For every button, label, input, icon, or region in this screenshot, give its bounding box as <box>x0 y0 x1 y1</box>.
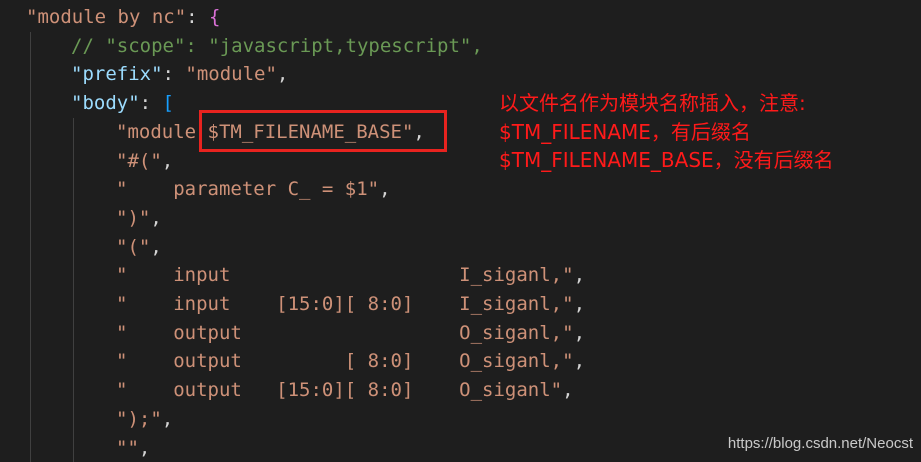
indent-guide-level-2 <box>73 118 74 462</box>
code-token: , <box>562 379 574 402</box>
code-token: , <box>138 436 151 459</box>
code-token: " output [15:0][ 8:0] O_siganl" <box>116 379 563 402</box>
code-token: : <box>162 63 186 86</box>
code-token: [ <box>162 92 174 115</box>
indent-guide-level-1 <box>30 32 31 462</box>
code-token: , <box>379 178 391 201</box>
code-token: " parameter C_ = $1" <box>116 178 380 201</box>
code-token: , <box>573 350 586 373</box>
code-token: "#(" <box>116 149 162 172</box>
code-line[interactable]: // "scope": "javascript,typescript", <box>71 32 483 61</box>
annotation-line-1: 以文件名作为模块名称插入，注意: <box>499 91 806 115</box>
code-token: : <box>186 6 210 28</box>
code-line[interactable]: "prefix": "module", <box>71 60 288 89</box>
code-token: " input [15:0][ 8:0] I_siganl," <box>116 293 574 315</box>
code-token: , <box>161 149 174 172</box>
code-line[interactable]: " input [15:0][ 8:0] I_siganl,", <box>116 290 585 319</box>
code-line[interactable]: "(", <box>116 233 162 262</box>
code-token: , <box>161 407 174 430</box>
code-line[interactable]: ")", <box>116 204 162 233</box>
code-line[interactable]: " output O_siganl,", <box>116 319 585 348</box>
code-token: "" <box>116 436 139 459</box>
code-token: "body" <box>71 92 140 115</box>
annotation-note: 以文件名作为模块名称插入，注意: $TM_FILENAME，有后缀名 $TM_F… <box>499 89 919 175</box>
code-line[interactable]: " output [15:0][ 8:0] O_siganl", <box>116 376 574 405</box>
code-token: " input I_siganl," <box>116 264 574 287</box>
code-token: ");" <box>116 407 162 430</box>
code-token: "prefix" <box>71 63 163 86</box>
code-line[interactable]: "", <box>116 434 150 462</box>
watermark: https://blog.csdn.net/Neocst <box>727 435 913 452</box>
code-token: , <box>276 63 289 86</box>
code-token: , <box>150 235 162 258</box>
code-token: "module" <box>185 63 277 86</box>
code-token: , <box>573 264 586 287</box>
highlight-box <box>199 110 447 152</box>
code-token: , <box>573 321 586 344</box>
code-token: " output O_siganl," <box>116 321 574 344</box>
code-token: , <box>573 293 586 315</box>
code-line[interactable]: "body": [ <box>71 89 174 118</box>
code-editor[interactable]: "module by nc": {// "scope": "javascript… <box>0 0 921 462</box>
code-token: "(" <box>116 235 151 258</box>
code-token: " output [ 8:0] O_siganl," <box>116 350 574 373</box>
code-line[interactable]: " output [ 8:0] O_siganl,", <box>116 347 585 376</box>
code-line[interactable]: " input I_siganl,", <box>116 261 585 290</box>
code-line[interactable]: "#(", <box>116 147 173 176</box>
code-token: { <box>209 6 221 28</box>
code-token: // "scope": "javascript,typescript", <box>71 34 483 57</box>
code-line[interactable]: "module by nc": { <box>26 3 221 32</box>
annotation-line-2: $TM_FILENAME，有后缀名 <box>499 119 751 144</box>
code-line[interactable]: " parameter C_ = $1", <box>116 175 391 204</box>
code-token: , <box>150 206 162 229</box>
code-token: : <box>139 92 163 115</box>
code-token: "module by nc" <box>26 6 187 28</box>
code-token: ")" <box>116 206 151 229</box>
annotation-line-3: $TM_FILENAME_BASE，没有后缀名 <box>499 148 834 172</box>
code-line[interactable]: ");", <box>116 405 173 434</box>
